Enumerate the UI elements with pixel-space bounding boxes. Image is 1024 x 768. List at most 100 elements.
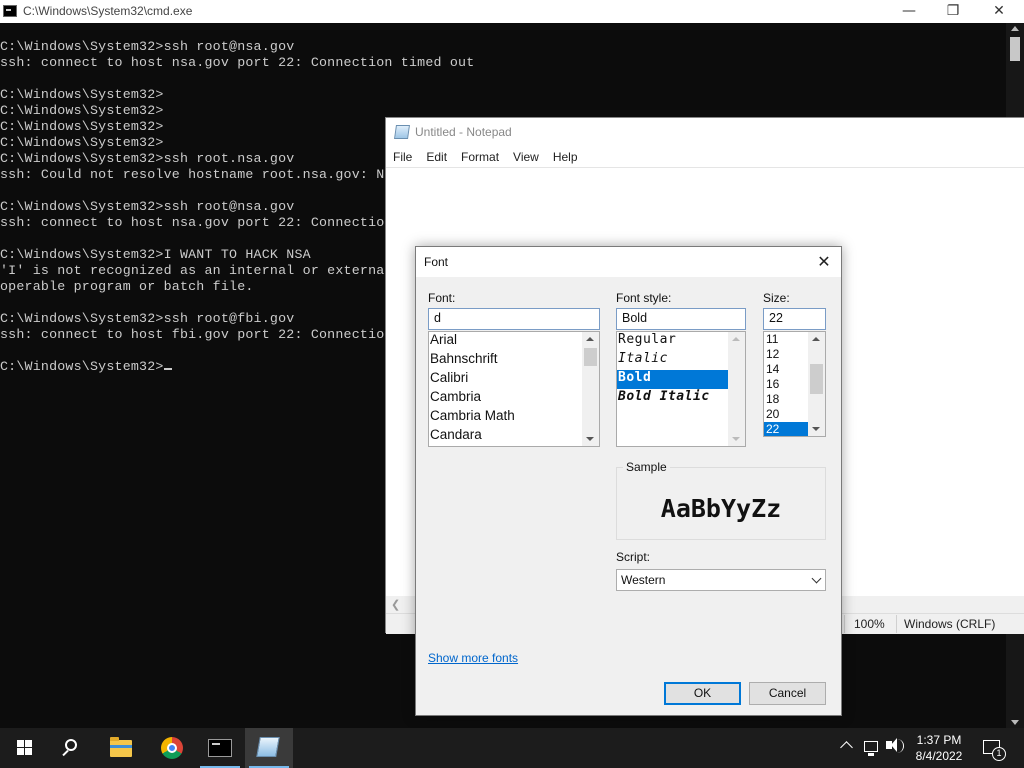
taskbar: 1:37 PM 8/4/2022 1 — [0, 728, 1024, 768]
minimize-button[interactable]: — — [886, 0, 932, 23]
status-divider — [844, 615, 845, 633]
console-line: ssh: connect to host nsa.gov port 22: Co… — [0, 55, 475, 70]
maximize-button[interactable]: ❐ — [930, 0, 976, 23]
file-explorer-button[interactable] — [98, 728, 146, 768]
font-list-item[interactable]: Bahnschrift — [429, 351, 599, 370]
size-input[interactable]: 22 — [763, 308, 826, 330]
volume-waves-icon — [896, 739, 904, 753]
console-line: C:\Windows\System32> — [0, 87, 164, 102]
scroll-down-arrow-icon[interactable] — [586, 437, 594, 441]
font-dialog-title: Font — [424, 255, 449, 269]
notepad-icon — [256, 737, 280, 757]
size-list-item[interactable]: 22 — [764, 422, 808, 436]
size-list-item[interactable]: 14 — [764, 362, 808, 377]
font-list-scrollbar[interactable] — [582, 332, 599, 446]
menu-format[interactable]: Format — [454, 147, 506, 167]
font-style-input[interactable]: Bold — [616, 308, 746, 330]
style-list-item[interactable]: Bold Italic — [617, 389, 745, 408]
notepad-taskbar-button[interactable] — [245, 728, 293, 768]
font-dialog: Font ✕ Font: d Arial Bahnschrift Calibri Ca… — [415, 246, 842, 716]
sample-text: AaBbYyZz — [660, 494, 782, 523]
command-prompt-button[interactable] — [196, 728, 244, 768]
close-button[interactable]: ✕ — [976, 0, 1022, 23]
sample-group: Sample AaBbYyZz — [616, 460, 826, 540]
size-label: Size: — [763, 291, 790, 305]
console-line: C:\Windows\System32>ssh root@nsa.gov — [0, 39, 295, 54]
scroll-down-arrow-icon[interactable] — [812, 427, 820, 431]
notepad-app-icon — [394, 125, 410, 139]
ok-button[interactable]: OK — [664, 682, 741, 705]
font-list-item[interactable]: Calibri — [429, 370, 599, 389]
dialog-close-icon[interactable]: ✕ — [813, 251, 835, 273]
show-hidden-icons-chevron-icon[interactable] — [840, 741, 853, 754]
cancel-button[interactable]: Cancel — [749, 682, 826, 705]
size-list-item[interactable]: 16 — [764, 377, 808, 392]
script-selected-value: Western — [621, 573, 666, 587]
notification-count-badge: 1 — [992, 747, 1006, 761]
menu-help[interactable]: Help — [546, 147, 585, 167]
chrome-icon — [161, 737, 183, 759]
scroll-down-arrow-icon[interactable] — [732, 437, 740, 441]
font-name-input[interactable]: d — [428, 308, 600, 330]
notepad-menu-bar: File Edit Format View Help — [386, 147, 1024, 167]
scroll-up-arrow-icon[interactable] — [732, 337, 740, 341]
scroll-up-arrow-icon[interactable] — [812, 337, 820, 341]
style-list-item[interactable]: Bold — [617, 370, 745, 389]
style-list-item[interactable]: Italic — [617, 351, 745, 370]
console-prompt: C:\Windows\System32> — [0, 359, 164, 374]
size-list-item[interactable]: 18 — [764, 392, 808, 407]
font-list-item[interactable]: Cambria Math — [429, 408, 599, 427]
cmd-title-bar[interactable]: C:\Windows\System32\cmd.exe — ❐ ✕ — [0, 0, 1024, 23]
scroll-thumb[interactable] — [1010, 37, 1020, 61]
font-list-item[interactable]: Candara — [429, 427, 599, 446]
notepad-title-bar[interactable]: Untitled - Notepad — [386, 118, 1024, 146]
notepad-window-title: Untitled - Notepad — [415, 125, 512, 139]
menu-file[interactable]: File — [386, 147, 419, 167]
file-explorer-icon — [110, 737, 132, 757]
font-list-item[interactable]: Arial — [429, 332, 599, 351]
volume-icon[interactable] — [886, 738, 897, 752]
style-list-item[interactable]: Regular — [617, 332, 745, 351]
font-style-label: Font style: — [616, 291, 672, 305]
font-list-item[interactable]: Cambria — [429, 389, 599, 408]
cmd-window-title: C:\Windows\System32\cmd.exe — [23, 4, 193, 18]
scroll-left-arrow-icon[interactable]: ❮ — [391, 598, 400, 611]
size-list-item[interactable]: 11 — [764, 332, 808, 347]
menu-edit[interactable]: Edit — [419, 147, 454, 167]
scroll-down-arrow-icon[interactable] — [1011, 720, 1019, 725]
size-list-scrollbar[interactable] — [808, 332, 825, 436]
status-zoom: 100% — [854, 617, 885, 631]
system-clock[interactable]: 1:37 PM 8/4/2022 — [912, 732, 966, 764]
scroll-thumb[interactable] — [810, 364, 823, 394]
status-divider — [896, 615, 897, 633]
show-more-fonts-link[interactable]: Show more fonts — [428, 651, 518, 665]
script-dropdown[interactable]: Western — [616, 569, 826, 591]
chevron-down-icon — [811, 573, 822, 584]
font-dialog-title-bar[interactable]: Font ✕ — [416, 247, 841, 277]
size-list[interactable]: 11 12 14 16 18 20 22 — [763, 331, 826, 437]
script-label: Script: — [616, 550, 651, 564]
scroll-up-arrow-icon[interactable] — [586, 337, 594, 341]
start-button[interactable] — [0, 728, 48, 768]
size-list-item[interactable]: 12 — [764, 347, 808, 362]
scroll-up-arrow-icon[interactable] — [1011, 26, 1019, 31]
clock-time: 1:37 PM — [916, 733, 962, 747]
size-list-item[interactable]: 20 — [764, 407, 808, 422]
menu-view[interactable]: View — [506, 147, 546, 167]
font-list[interactable]: Arial Bahnschrift Calibri Cambria Cambria Ma… — [428, 331, 600, 447]
windows-logo-icon — [17, 740, 33, 756]
text-cursor — [163, 368, 172, 370]
cmd-app-icon — [3, 5, 17, 17]
scroll-thumb[interactable] — [584, 348, 597, 366]
command-prompt-icon — [208, 739, 232, 757]
status-line-ending: Windows (CRLF) — [904, 617, 996, 631]
sample-label: Sample — [623, 460, 670, 474]
font-style-list[interactable]: Regular Italic Bold Bold Italic — [616, 331, 746, 447]
search-button[interactable] — [48, 728, 96, 768]
clock-date: 8/4/2022 — [915, 749, 963, 763]
chrome-button[interactable] — [148, 728, 196, 768]
search-icon — [65, 739, 77, 751]
style-list-scrollbar[interactable] — [728, 332, 745, 446]
network-icon[interactable] — [864, 741, 878, 756]
